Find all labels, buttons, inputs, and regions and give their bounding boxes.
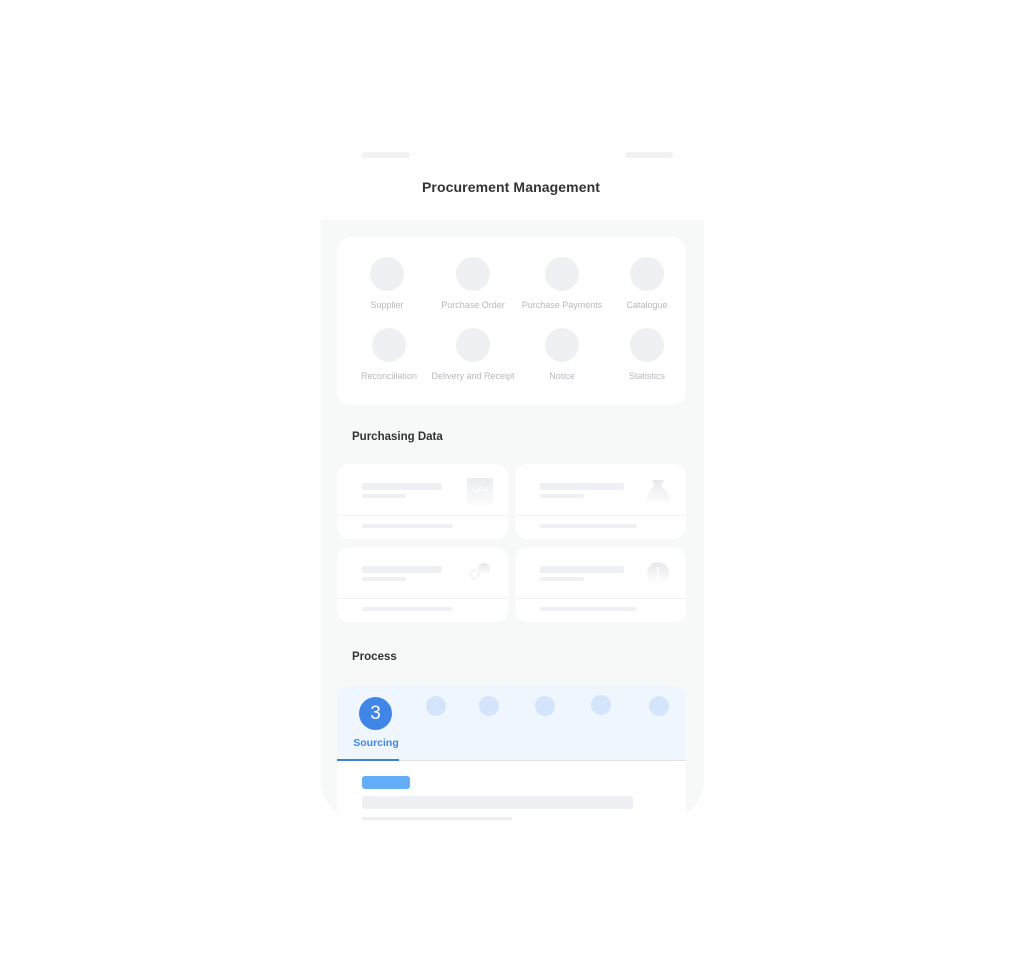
- menu-item-notice[interactable]: Notice: [518, 328, 606, 381]
- menu-item-label: Purchase Payments: [521, 300, 603, 310]
- page-title: Procurement Management: [421, 179, 601, 195]
- placeholder-title: [540, 566, 624, 573]
- notice-icon: [545, 328, 579, 362]
- menu-item-purchase-order[interactable]: Purchase Order: [429, 257, 517, 310]
- step-active-label: Sourcing: [353, 737, 399, 749]
- step-4[interactable]: [426, 696, 446, 716]
- data-card-3[interactable]: [337, 547, 508, 622]
- catalogue-icon: [630, 257, 664, 291]
- placeholder-subtitle: [540, 577, 584, 581]
- purchasing-data-title: Purchasing Data: [352, 431, 443, 443]
- app-screen: Supplier Purchase Order Purchase Payment…: [321, 220, 704, 820]
- statistics-icon: [630, 328, 664, 362]
- phone-top-bar-left: [362, 152, 410, 158]
- placeholder-title: [362, 566, 442, 573]
- checklist-document-icon: [467, 478, 493, 508]
- process-content: [337, 761, 686, 820]
- menu-item-label: Reconciliation: [360, 371, 418, 381]
- menu-item-catalogue[interactable]: Catalogue: [603, 257, 691, 310]
- step-8[interactable]: [649, 696, 669, 716]
- supplier-icon: [370, 257, 404, 291]
- menu-item-delivery-and-receipt[interactable]: Delivery and Receipt: [423, 328, 523, 381]
- menu-item-label: Purchase Order: [441, 300, 505, 310]
- purchase-order-icon: [456, 257, 490, 291]
- menu-item-statistics[interactable]: Statistics: [603, 328, 691, 381]
- step-active[interactable]: 3: [359, 697, 392, 730]
- menu-item-label: Statistics: [628, 371, 665, 381]
- placeholder-line: [362, 796, 633, 809]
- menu-item-supplier[interactable]: Supplier: [343, 257, 431, 310]
- menu-item-purchase-payments[interactable]: Purchase Payments: [518, 257, 606, 310]
- card-divider: [515, 515, 686, 516]
- step-5[interactable]: [479, 696, 499, 716]
- currency-coin-icon: [647, 562, 669, 584]
- menu-grid: Supplier Purchase Order Purchase Payment…: [337, 237, 686, 405]
- menu-item-label: Notice: [549, 371, 575, 381]
- reconciliation-icon: [372, 328, 406, 362]
- card-divider: [515, 598, 686, 599]
- status-tag-placeholder: [362, 776, 410, 789]
- placeholder-title: [362, 483, 442, 490]
- placeholder-subtitle: [362, 494, 406, 498]
- process-title: Process: [352, 651, 397, 663]
- placeholder-footer: [362, 524, 453, 528]
- placeholder-subtitle: [540, 494, 584, 498]
- purchase-payments-icon: [545, 257, 579, 291]
- placeholder-footer: [540, 524, 637, 528]
- menu-item-label: Delivery and Receipt: [431, 371, 515, 381]
- menu-item-label: Supplier: [370, 300, 404, 310]
- data-card-1[interactable]: [337, 464, 508, 539]
- placeholder-footer: [540, 607, 637, 611]
- coins-icon: [468, 563, 490, 581]
- data-card-4[interactable]: [515, 547, 686, 622]
- placeholder-subtitle: [362, 577, 406, 581]
- placeholder-title: [540, 483, 624, 490]
- menu-item-reconciliation[interactable]: Reconciliation: [345, 328, 433, 381]
- delivery-receipt-icon: [456, 328, 490, 362]
- process-steps: 3 Sourcing: [337, 686, 686, 760]
- placeholder-line-short: [362, 817, 512, 820]
- step-6[interactable]: [535, 696, 555, 716]
- card-divider: [337, 598, 508, 599]
- phone-top-bar-right: [625, 152, 673, 158]
- placeholder-footer: [362, 607, 453, 611]
- money-bag-icon: [646, 480, 670, 506]
- card-divider: [337, 515, 508, 516]
- menu-item-label: Catalogue: [626, 300, 668, 310]
- data-card-2[interactable]: [515, 464, 686, 539]
- step-7[interactable]: [591, 695, 611, 715]
